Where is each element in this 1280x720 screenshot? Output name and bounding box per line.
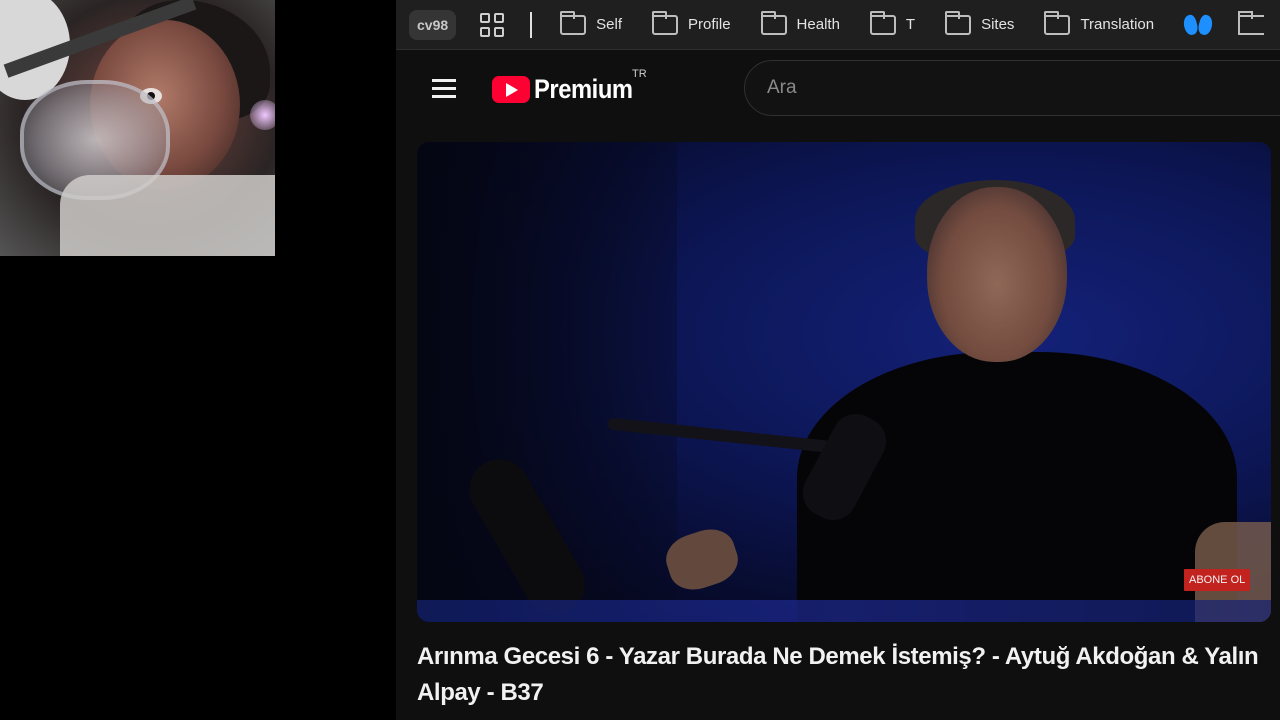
folder-icon bbox=[869, 10, 896, 35]
webcam-pillow bbox=[60, 175, 275, 256]
bluesky-butterfly-icon[interactable] bbox=[1184, 13, 1212, 37]
folder-icon bbox=[652, 10, 679, 35]
profile-chip[interactable]: cv98 bbox=[409, 9, 457, 40]
folder-icon bbox=[945, 10, 972, 35]
bookmark-health[interactable]: Health bbox=[760, 10, 840, 40]
region-code: TR bbox=[632, 68, 647, 80]
webcam-light bbox=[250, 100, 275, 130]
bookmark-t[interactable]: T bbox=[869, 10, 916, 40]
bookmark-label: Health bbox=[796, 16, 840, 33]
bookmark-self[interactable]: Self bbox=[560, 10, 622, 40]
folder-icon[interactable] bbox=[1238, 10, 1265, 35]
video-player[interactable]: ABONE OL bbox=[417, 142, 1271, 622]
browser-window: cv98 Self Profile Health T Sites Transla… bbox=[396, 0, 1280, 720]
hamburger-menu-icon[interactable] bbox=[432, 79, 456, 99]
apps-grid-icon[interactable] bbox=[480, 12, 505, 37]
subscribe-label: ABONE OL bbox=[1189, 574, 1246, 586]
bookmarks-separator bbox=[530, 11, 533, 38]
video-title: Arınma Gecesi 6 - Yazar Burada Ne Demek … bbox=[417, 643, 1259, 706]
bookmark-label: Translation bbox=[1080, 16, 1155, 33]
bookmark-profile[interactable]: Profile bbox=[652, 10, 731, 40]
search-input[interactable] bbox=[745, 61, 1280, 115]
bookmark-label: Profile bbox=[688, 16, 731, 33]
bookmark-label: Self bbox=[596, 16, 623, 33]
folder-icon bbox=[760, 10, 787, 35]
bookmark-translation[interactable]: Translation bbox=[1044, 10, 1154, 40]
bookmark-label: Sites bbox=[981, 16, 1015, 33]
bookmark-label: T bbox=[905, 16, 916, 33]
bookmark-sites[interactable]: Sites bbox=[945, 10, 1014, 40]
search-box[interactable] bbox=[744, 60, 1280, 116]
profile-label: cv98 bbox=[417, 16, 449, 33]
logo-text: Premium bbox=[534, 74, 633, 104]
bookmarks-bar: cv98 Self Profile Health T Sites Transla… bbox=[396, 0, 1280, 50]
folder-icon bbox=[560, 10, 587, 35]
folder-icon bbox=[1044, 10, 1071, 35]
video-dim-overlay bbox=[417, 142, 1271, 622]
webcam-overlay bbox=[0, 0, 275, 256]
youtube-play-icon bbox=[492, 76, 530, 103]
youtube-header: Premium TR bbox=[396, 50, 1280, 128]
youtube-premium-logo[interactable]: Premium bbox=[492, 74, 646, 105]
subscribe-overlay-button[interactable]: ABONE OL bbox=[1184, 569, 1251, 591]
